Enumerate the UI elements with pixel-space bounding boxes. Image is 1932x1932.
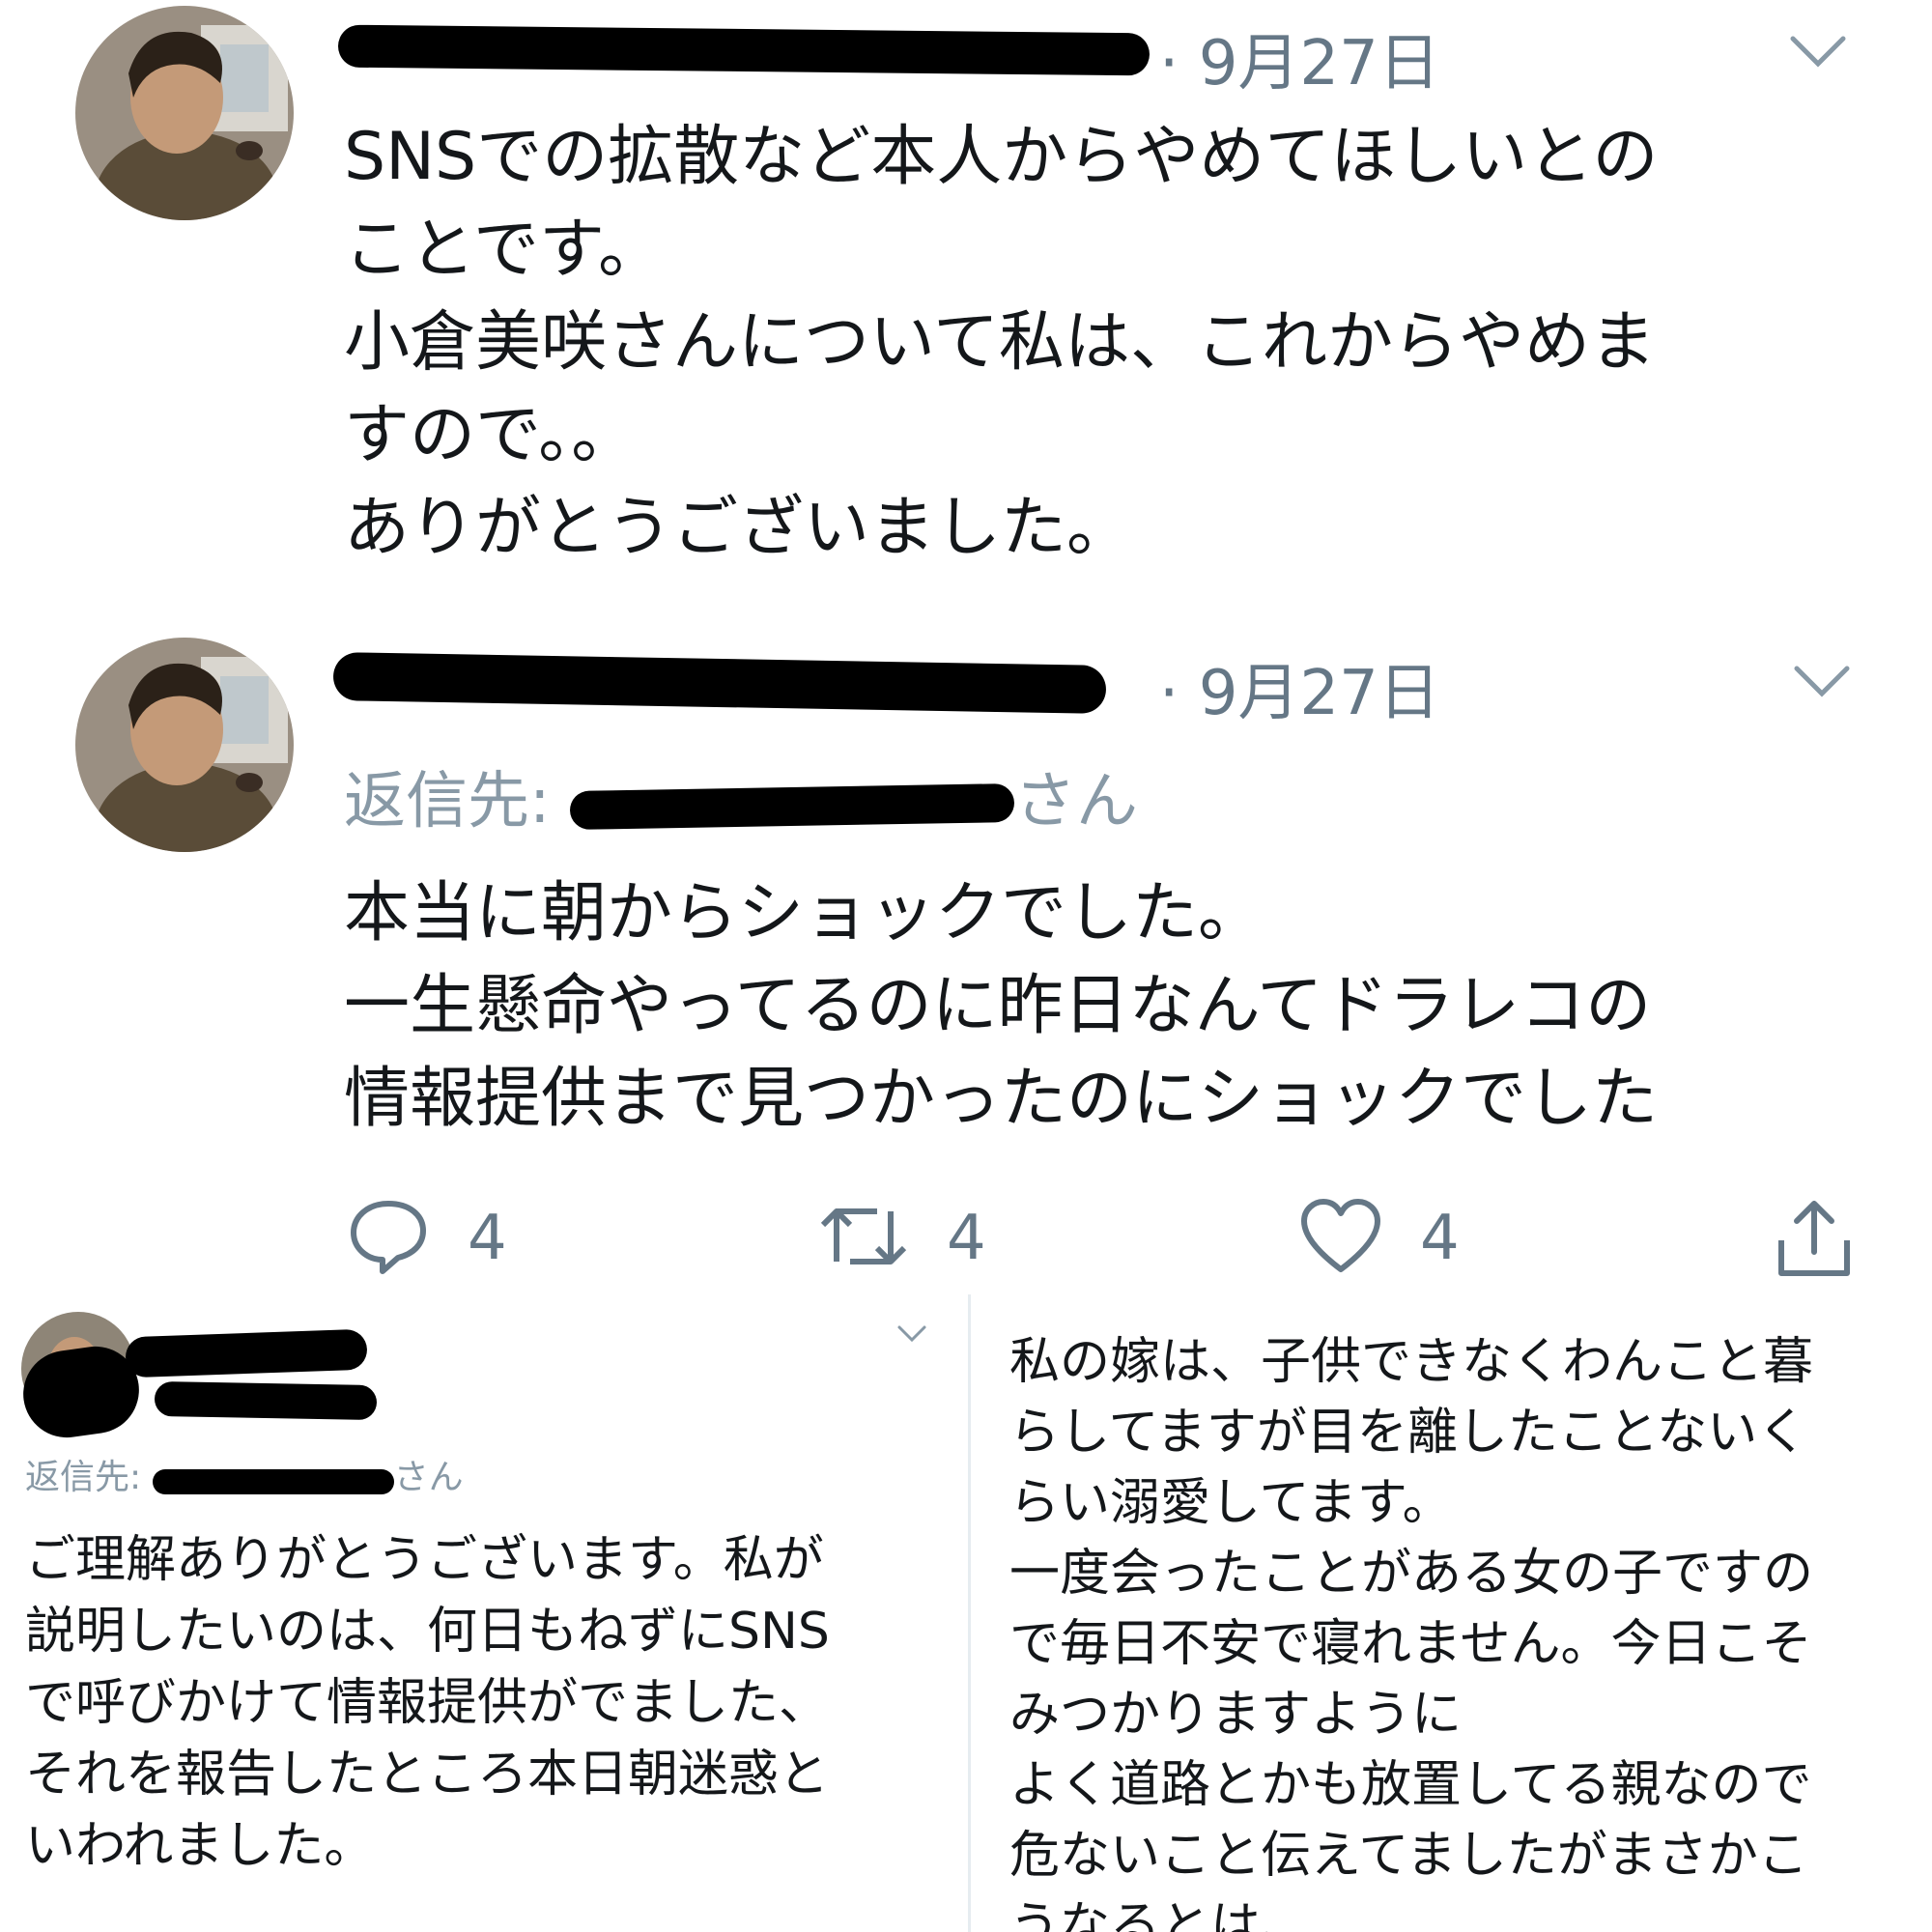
chevron-down-icon[interactable] xyxy=(1789,33,1847,75)
share-action[interactable] xyxy=(1774,1198,1855,1283)
reply-handle-redacted[interactable] xyxy=(152,1460,394,1498)
redacted-username xyxy=(332,652,1107,714)
reply-icon xyxy=(348,1198,429,1279)
tweet-text: SNSでの拡散など本人からやめてほしいとの ことです。 小倉美咲さんについて私は… xyxy=(344,119,1659,566)
reply-to-suffix: さん xyxy=(393,1458,464,1497)
reply-to-label: 返信先: xyxy=(25,1458,153,1497)
reply-to: 返信先: さん xyxy=(344,752,1138,840)
like-count: 4 xyxy=(1420,1203,1460,1274)
tweet-text: ご理解ありがとうございます。私が 説明したいのは、何日もねずにSNS で呼びかけ… xyxy=(25,1531,830,1875)
tweet-3: 返信先: さん ご理解ありがとうございます。私が 説明したいのは、何日もねずにS… xyxy=(0,1294,968,1932)
redacted-username xyxy=(125,1328,368,1378)
tweet-text: 私の嫁は、子供できなくわんこと暮 らしてますが目を離したことないく らい溺愛して… xyxy=(1009,1333,1814,1932)
retweet-icon xyxy=(819,1198,908,1279)
redacted-username xyxy=(337,24,1151,76)
user-avatar[interactable] xyxy=(75,6,294,220)
reply-to-suffix: さん xyxy=(1013,766,1138,838)
tweet-date: · 9月27日 xyxy=(1159,658,1440,729)
reply-count: 4 xyxy=(468,1203,507,1274)
chevron-down-icon[interactable] xyxy=(1793,663,1851,705)
tweet-4: 私の嫁は、子供できなくわんこと暮 らしてますが目を離したことないく らい溺愛して… xyxy=(971,1294,1932,1932)
user-avatar[interactable] xyxy=(75,638,294,852)
heart-icon xyxy=(1300,1198,1381,1279)
redacted-handle xyxy=(154,1380,378,1421)
retweet-action[interactable]: 4 xyxy=(819,1198,986,1279)
reply-handle-redacted[interactable] xyxy=(569,776,1015,834)
tweet-1: · 9月27日 SNSでの拡散など本人からやめてほしいとの ことです。 小倉美咲… xyxy=(0,0,1932,638)
share-icon xyxy=(1774,1198,1855,1283)
reply-to-label: 返信先: xyxy=(344,766,570,838)
like-action[interactable]: 4 xyxy=(1300,1198,1460,1279)
reply-to: 返信先: さん xyxy=(25,1449,464,1499)
tweet-text: 本当に朝からショックでした。 一生懸命やってるのに昨日なんてドラレコの 情報提供… xyxy=(344,875,1659,1137)
chevron-down-icon[interactable] xyxy=(896,1323,927,1349)
tweet-2: · 9月27日 返信先: さん 本当に朝からショックでした。 一生懸命やってるの… xyxy=(0,638,1932,1294)
tweet-date: · 9月27日 xyxy=(1159,28,1440,99)
reply-action[interactable]: 4 xyxy=(348,1198,507,1279)
retweet-count: 4 xyxy=(947,1203,986,1274)
